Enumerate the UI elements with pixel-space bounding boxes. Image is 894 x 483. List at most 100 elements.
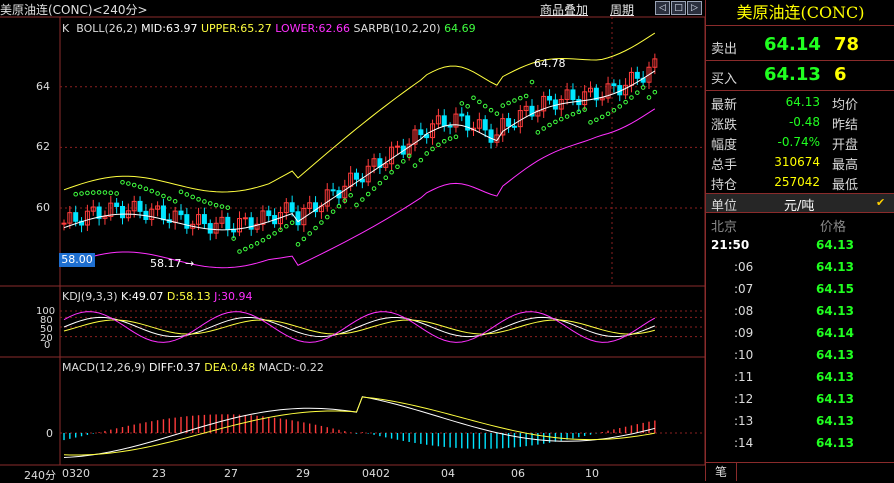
sar-dot [629, 95, 634, 100]
sar-dot [330, 209, 336, 214]
x-label-0402: 0402 [362, 467, 390, 480]
sar-dot [354, 202, 359, 208]
tab-ticks[interactable]: 笔 [706, 463, 737, 481]
tick-price: 64.13 [816, 392, 854, 406]
sar-dot [73, 191, 78, 197]
candle [354, 172, 359, 180]
x-label-29: 29 [296, 467, 310, 480]
macd-dea-line [63, 396, 655, 456]
nav-right-icon[interactable]: ▷ [687, 1, 702, 15]
tick-time: :11 [734, 370, 754, 384]
nav-left-icon[interactable]: ◁ [655, 1, 670, 15]
kdj-k-value: K:49.07 [121, 290, 164, 303]
sar-dot [599, 114, 605, 120]
kdj-tick-0: 0 [44, 340, 51, 351]
tick-price: 64.13 [816, 370, 854, 384]
quote-title: 美原油连(CONC) [736, 3, 865, 22]
stat-label-prev-settle: 昨结 [832, 118, 859, 133]
candle [488, 129, 494, 143]
sar-dot [260, 237, 266, 243]
bid-label: 买入 [711, 72, 738, 87]
high-annotation: 64.78 [534, 57, 566, 70]
sar-dot [161, 193, 166, 199]
sar-dot [85, 190, 90, 196]
x-label-10: 10 [585, 467, 599, 480]
sarpb-label: SARPB(10,2,20) [353, 22, 441, 35]
sar-dot [477, 99, 482, 105]
candle [160, 205, 166, 221]
macd-diff-value: DIFF:0.37 [149, 361, 201, 374]
sar-dot [436, 142, 441, 148]
candle [611, 83, 617, 87]
candle [441, 115, 447, 127]
menu-overlay[interactable]: 商品叠加 [540, 1, 588, 18]
sar-dot [430, 146, 435, 152]
nav-up-icon[interactable]: □ [671, 1, 686, 15]
sar-dot [412, 163, 418, 168]
stat-label-open: 开盘 [832, 138, 859, 153]
candle [207, 223, 213, 234]
sar-dot [652, 89, 658, 95]
sar-dot [254, 241, 260, 246]
candle [61, 222, 67, 225]
sar-dot [594, 117, 599, 123]
sar-dot [529, 79, 535, 85]
kdj-label: KDJ(9,3,3) [62, 290, 118, 303]
sar-dot [237, 249, 242, 254]
sar-dot [365, 191, 371, 197]
ticks-header-price: 价格 [820, 220, 847, 235]
tick-time: :13 [734, 414, 754, 428]
sar-dot [482, 103, 488, 109]
sar-dot [137, 184, 143, 190]
tick-time: :10 [734, 348, 754, 362]
price-chart[interactable] [0, 0, 705, 481]
divider [706, 90, 894, 91]
k-label: K [62, 22, 70, 35]
boll-lower-line [63, 108, 656, 269]
tick-time: 21:50 [711, 238, 750, 252]
sar-dot [389, 169, 394, 175]
sar-dot [553, 119, 558, 125]
sar-dot [623, 99, 628, 105]
stat-value-pct: -0.74% [777, 135, 820, 149]
stat-label-high: 最高 [832, 158, 859, 173]
sar-dot [535, 130, 541, 135]
sar-dot [605, 111, 611, 117]
candle [114, 202, 120, 207]
x-label-23: 23 [152, 467, 166, 480]
sar-dot [401, 159, 406, 164]
y-tick-60: 60 [36, 201, 50, 214]
divider [706, 25, 894, 26]
sar-dot [523, 93, 529, 99]
menu-cycle[interactable]: 周期 [610, 1, 634, 18]
sar-dot [541, 126, 547, 131]
candle [248, 217, 254, 230]
sar-dot [172, 198, 178, 204]
sar-dot [126, 181, 131, 186]
sar-dot [377, 180, 383, 186]
candle [73, 212, 79, 222]
sar-dot [313, 225, 318, 231]
candle [289, 202, 295, 213]
checkmark-icon: ✔ [876, 196, 886, 209]
sar-dot [418, 157, 424, 163]
candle [120, 205, 125, 219]
sar-dot [395, 164, 400, 170]
macd-label: MACD(12,26,9) [62, 361, 146, 374]
candle [295, 211, 301, 226]
sar-dot [424, 151, 430, 156]
sar-dot [114, 191, 119, 196]
x-label-06: 06 [511, 467, 525, 480]
ask-label: 卖出 [711, 42, 738, 57]
sar-dot [611, 107, 617, 113]
macd-diff-line [63, 396, 655, 458]
tick-price: 64.13 [816, 348, 854, 362]
sar-dot [102, 190, 108, 195]
sar-dot [207, 201, 213, 206]
tick-time: :09 [734, 326, 754, 340]
sar-dot [202, 199, 207, 204]
y-tick-62: 62 [36, 140, 50, 153]
sar-dot [558, 116, 564, 122]
candle [242, 217, 248, 220]
tick-price: 64.15 [816, 282, 854, 296]
